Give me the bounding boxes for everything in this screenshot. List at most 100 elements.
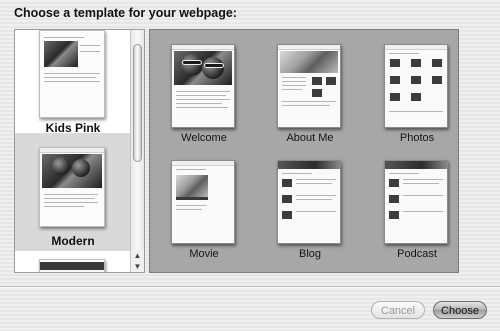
thumb-text-line	[282, 77, 306, 78]
thumb-face	[72, 159, 90, 177]
thumb-text-line	[44, 73, 100, 74]
thumb-goggles	[204, 63, 224, 68]
choose-button[interactable]: Choose	[433, 301, 487, 319]
page-thumbnail	[384, 160, 448, 244]
thumb-text-line	[176, 107, 228, 108]
thumb-image	[432, 59, 442, 67]
thumb-navbar	[40, 148, 104, 153]
thumb-text-line	[44, 81, 100, 82]
page-thumbnail	[277, 44, 341, 128]
page-type-about-me[interactable]: About Me	[265, 44, 355, 160]
thumb-banner	[40, 262, 104, 270]
thumb-video	[176, 175, 208, 197]
scroll-down-arrow-icon[interactable]: ▼	[131, 261, 144, 272]
thumb-banner	[385, 161, 447, 169]
thumb-goggles	[182, 60, 202, 65]
thumb-text-line	[296, 195, 336, 196]
thumb-image	[389, 195, 399, 203]
thumb-photo	[44, 41, 78, 67]
thumb-text-line	[403, 179, 443, 180]
page-thumbnail	[384, 44, 448, 128]
cancel-button[interactable]: Cancel	[371, 301, 425, 319]
template-thumbnail	[39, 147, 105, 227]
page-type-welcome[interactable]: Welcome	[159, 44, 249, 160]
thumb-navbar	[385, 45, 447, 50]
thumb-navbar	[172, 45, 234, 50]
thumb-text-line	[176, 205, 206, 206]
thumb-photo	[280, 51, 338, 73]
thumb-text-line	[80, 45, 100, 46]
page-type-podcast[interactable]: Podcast	[372, 160, 462, 276]
thumb-face	[52, 157, 70, 175]
thumb-text-line	[44, 206, 84, 207]
thumb-image	[282, 211, 292, 219]
page-type-label: Photos	[399, 132, 435, 144]
page-type-movie[interactable]: Movie	[159, 160, 249, 276]
thumb-text-line	[282, 89, 302, 90]
thumb-text-line	[176, 209, 202, 210]
scrollbar-thumb[interactable]	[133, 44, 142, 162]
thumb-image	[411, 59, 421, 67]
thumb-text-line	[44, 198, 94, 199]
thumb-image	[432, 76, 442, 84]
thumb-image	[390, 76, 400, 84]
thumb-image	[390, 93, 400, 101]
thumb-text-line	[176, 95, 226, 96]
thumb-image	[282, 195, 292, 203]
page-thumbnail	[171, 44, 235, 128]
thumb-text-line	[282, 101, 336, 102]
thumb-text-line	[389, 53, 419, 54]
thumb-image	[390, 59, 400, 67]
page-type-label: Movie	[189, 248, 219, 260]
template-thumbnail	[39, 30, 105, 118]
template-item-partial[interactable]	[15, 251, 131, 272]
template-label: Modern	[51, 234, 95, 248]
page-type-label: Blog	[298, 248, 322, 260]
thumb-text-line	[176, 99, 230, 100]
thumb-text-line	[403, 195, 443, 196]
page-thumbnail	[277, 160, 341, 244]
thumb-image	[389, 179, 399, 187]
thumb-text-line	[296, 183, 332, 184]
thumb-face	[202, 57, 224, 79]
thumb-text-line	[296, 179, 336, 180]
thumb-video-controls	[176, 197, 208, 200]
thumb-image	[411, 76, 421, 84]
page-type-photos[interactable]: Photos	[372, 44, 462, 160]
thumb-image	[326, 77, 336, 85]
template-list-scrollbar[interactable]: ▲ ▼	[130, 30, 144, 272]
thumb-text-line	[389, 111, 443, 112]
template-thumbnail	[39, 259, 105, 272]
thumb-image	[312, 89, 322, 97]
template-item-modern[interactable]: Modern	[15, 133, 131, 251]
thumb-text-line	[282, 173, 312, 174]
thumb-text-line	[282, 81, 306, 82]
thumb-text-line	[44, 194, 98, 195]
thumb-text-line	[176, 103, 222, 104]
thumb-text-line	[44, 37, 84, 38]
page-type-blog[interactable]: Blog	[265, 160, 355, 276]
page-type-label: Welcome	[181, 132, 227, 144]
thumb-navbar	[278, 45, 340, 50]
thumb-text-line	[296, 211, 336, 212]
page-type-label: About Me	[286, 132, 334, 144]
page-type-grid: Welcome About Me Photos Movie Blog Podca…	[149, 29, 459, 273]
thumb-text-line	[403, 183, 439, 184]
thumb-image	[389, 211, 399, 219]
thumb-navbar	[172, 161, 234, 166]
template-item-kids-pink[interactable]: Kids Pink	[15, 30, 131, 141]
thumb-text-line	[282, 85, 306, 86]
scroll-up-arrow-icon[interactable]: ▲	[131, 250, 144, 261]
thumb-text-line	[80, 51, 100, 52]
thumb-text-line	[44, 202, 98, 203]
thumb-image	[312, 77, 322, 85]
thumb-text-line	[44, 77, 96, 78]
thumb-text-line	[176, 169, 206, 170]
template-list[interactable]: Kids Pink Modern ▲ ▼	[14, 29, 145, 273]
thumb-image	[282, 179, 292, 187]
page-thumbnail	[171, 160, 235, 244]
thumb-text-line	[296, 199, 332, 200]
thumb-text-line	[389, 173, 419, 174]
dialog-heading: Choose a template for your webpage:	[14, 6, 237, 20]
page-type-label: Podcast	[397, 248, 437, 260]
